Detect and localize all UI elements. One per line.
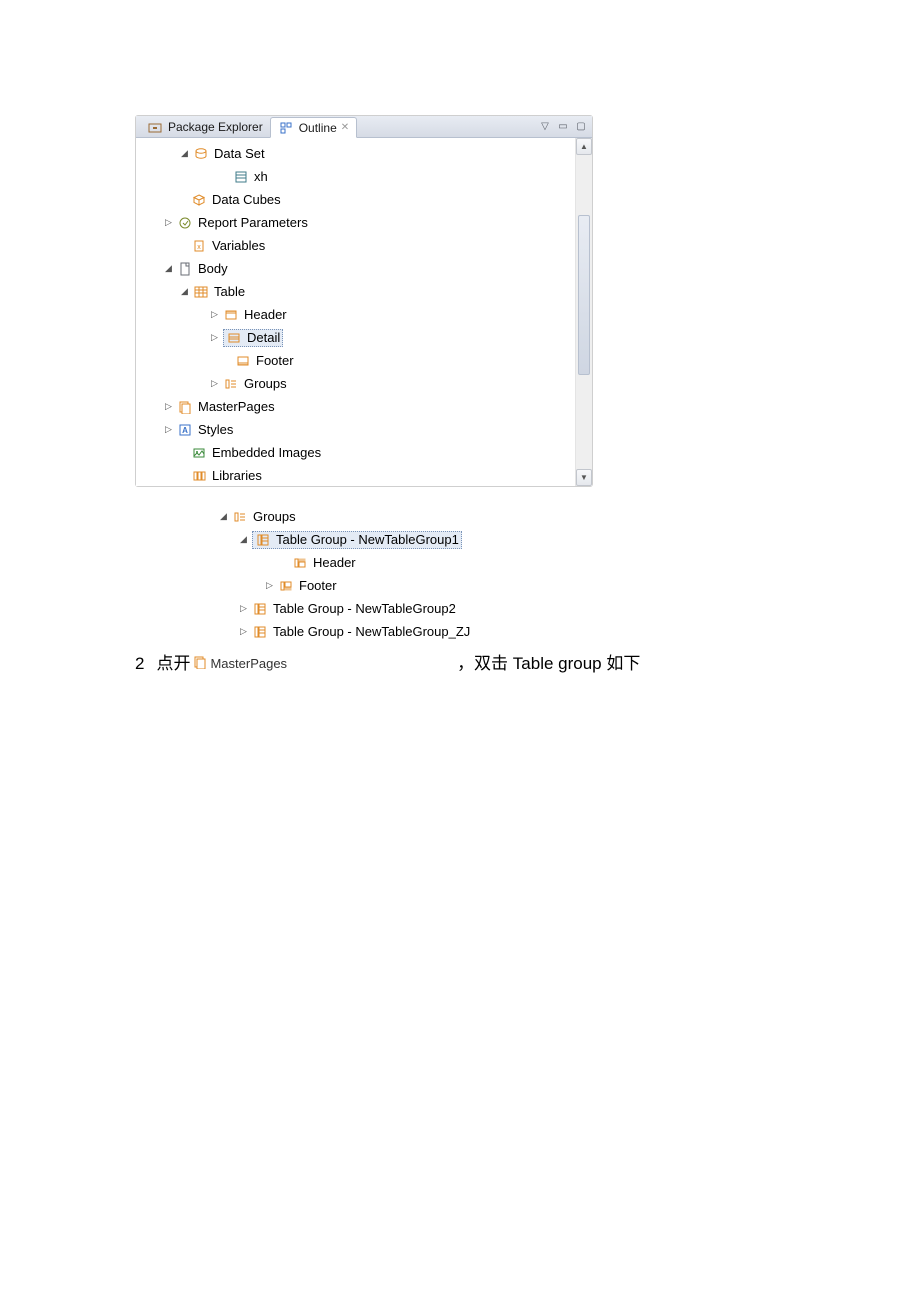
tab-outline[interactable]: Outline ✕: [270, 117, 357, 138]
tree-label: Table Group - NewTableGroup2: [269, 601, 456, 616]
master-pages-icon: [192, 654, 208, 670]
instruction-left: 点开: [156, 649, 190, 674]
tab-label: Package Explorer: [168, 120, 263, 134]
expand-icon[interactable]: ▷: [208, 308, 221, 321]
group-footer-icon: [278, 578, 294, 594]
view-toolbar: ▽ ▭ ▢: [538, 119, 588, 133]
maximize-icon[interactable]: ▢: [574, 119, 588, 133]
collapse-icon[interactable]: ◢: [178, 285, 191, 298]
instruction-right: ，双击 Table group 如下: [457, 649, 640, 674]
tree-label: Body: [194, 261, 228, 276]
group-header-icon: [292, 555, 308, 571]
variables-icon: x: [191, 238, 207, 254]
header-row-icon: [223, 307, 239, 323]
svg-text:x: x: [197, 244, 201, 251]
tree-label: Table: [210, 284, 245, 299]
expand-icon[interactable]: ▷: [263, 579, 276, 592]
tree-label: Data Set: [210, 146, 265, 161]
scroll-track[interactable]: [576, 155, 592, 469]
view-menu-icon[interactable]: ▽: [538, 119, 552, 133]
detail-row-icon: [226, 330, 242, 346]
tree-label: Data Cubes: [208, 192, 281, 207]
expand-icon[interactable]: ▷: [162, 216, 175, 229]
tree-label-selected: Table Group - NewTableGroup1: [272, 532, 459, 547]
view-tabbar: Package Explorer Outline ✕ ▽ ▭ ▢: [136, 116, 592, 138]
minimize-icon[interactable]: ▭: [556, 119, 570, 133]
svg-text:A: A: [182, 426, 188, 435]
tree-label: Header: [240, 307, 287, 322]
master-pages-icon: [177, 399, 193, 415]
vertical-scrollbar[interactable]: ▲ ▼: [575, 138, 592, 486]
outline-tree-area: ◢ Data Set xh: [136, 138, 592, 486]
tree-label: Footer: [295, 578, 337, 593]
collapse-icon[interactable]: ◢: [162, 262, 175, 275]
tree-label: Variables: [208, 238, 265, 253]
tree-label-selected: Detail: [243, 330, 280, 345]
expand-icon[interactable]: ▷: [162, 400, 175, 413]
scroll-up-icon[interactable]: ▲: [576, 138, 592, 155]
outline-icon: [278, 120, 294, 136]
tree-label: Report Parameters: [194, 215, 308, 230]
expand-icon[interactable]: ▷: [162, 423, 175, 436]
data-cubes-icon: [191, 192, 207, 208]
tree-label: Styles: [194, 422, 233, 437]
libraries-icon: [191, 468, 207, 484]
package-explorer-icon: [147, 119, 163, 135]
expand-icon[interactable]: ▷: [208, 377, 221, 390]
table-icon: [193, 284, 209, 300]
collapse-icon[interactable]: ◢: [178, 147, 191, 160]
expand-icon[interactable]: ▷: [237, 602, 250, 615]
outline-panel: Package Explorer Outline ✕ ▽ ▭ ▢ ◢: [135, 115, 593, 487]
styles-icon: A: [177, 422, 193, 438]
tree-label: Groups: [240, 376, 287, 391]
footer-row-icon: [235, 353, 251, 369]
groups-icon: [232, 509, 248, 525]
table-group-icon: [252, 624, 268, 640]
close-icon[interactable]: ✕: [341, 122, 349, 133]
report-parameters-icon: [177, 215, 193, 231]
expand-icon[interactable]: ▷: [208, 331, 221, 344]
tree-label: Libraries: [208, 468, 262, 483]
instruction-text: 2 点开 MasterPages ，双击 Table group 如下: [135, 649, 920, 674]
embedded-images-icon: [191, 445, 207, 461]
scroll-thumb[interactable]: [578, 215, 590, 375]
groups-icon: [223, 376, 239, 392]
tree-label: MasterPages: [194, 399, 275, 414]
tree-label: Groups: [249, 509, 296, 524]
data-set-icon: [193, 146, 209, 162]
tab-package-explorer[interactable]: Package Explorer: [140, 116, 270, 137]
table-group-icon: [255, 532, 271, 548]
tree-label: Table Group - NewTableGroup_ZJ: [269, 624, 470, 639]
tab-label: Outline: [299, 121, 337, 135]
outline-tree[interactable]: ◢ Data Set xh: [136, 138, 592, 486]
step-number: 2: [135, 654, 144, 674]
body-icon: [177, 261, 193, 277]
expand-icon[interactable]: ▷: [237, 625, 250, 638]
tree-label: Header: [309, 555, 356, 570]
master-pages-cut-label: MasterPages: [210, 656, 287, 671]
collapse-icon[interactable]: ◢: [237, 533, 250, 546]
tree-label: Embedded Images: [208, 445, 321, 460]
tree-label: xh: [250, 169, 268, 184]
table-group-icon: [252, 601, 268, 617]
scroll-down-icon[interactable]: ▼: [576, 469, 592, 486]
secondary-tree-snippet: ◢ Groups ◢ Tabl: [135, 501, 920, 674]
tree-label: Footer: [252, 353, 294, 368]
collapse-icon[interactable]: ◢: [217, 510, 230, 523]
dataset-item-icon: [233, 169, 249, 185]
